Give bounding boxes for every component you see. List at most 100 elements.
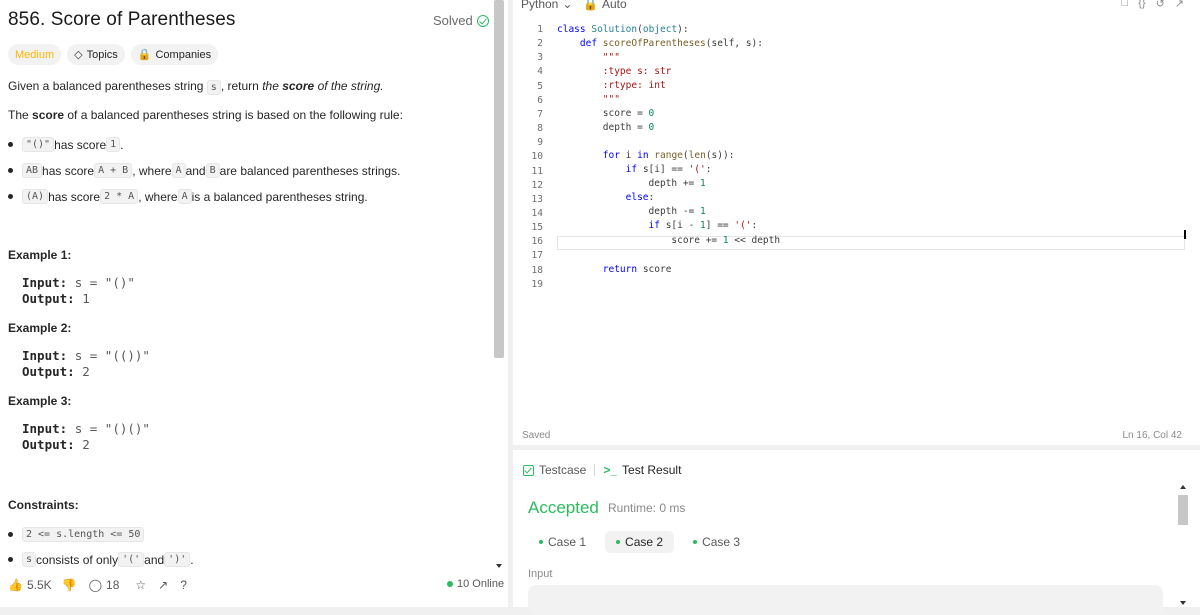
companies-button[interactable]: 🔒 Companies xyxy=(130,44,219,65)
line-number: 6 xyxy=(537,94,543,106)
code-line: score = 0 xyxy=(557,108,655,119)
language-label: Python xyxy=(521,0,559,11)
line-number: 19 xyxy=(531,278,543,290)
comments-button[interactable]: ◯ 18 xyxy=(89,578,120,592)
lock-icon: 🔒 xyxy=(137,49,152,61)
scroll-down-arrow[interactable] xyxy=(496,564,502,568)
rule1-end: . xyxy=(120,137,124,152)
tab-testcase[interactable]: Testcase xyxy=(523,463,586,477)
comment-count: 18 xyxy=(106,578,120,592)
rule2-t2: , where xyxy=(132,163,172,178)
constraint-1: 2 <= s.length <= 50 xyxy=(8,527,145,542)
cursor-position[interactable]: Ln 16, Col 42 xyxy=(1123,430,1183,441)
scroll-up-arrow[interactable] xyxy=(1180,485,1186,489)
tab-test-result[interactable]: >_ Test Result xyxy=(603,463,681,477)
example-3-body: Input: s = "()()" Output: 2 xyxy=(22,421,150,453)
line-number: 8 xyxy=(537,123,543,135)
online-label: 10 Online xyxy=(457,578,505,590)
reset-icon[interactable]: ↺ xyxy=(1156,0,1165,10)
scroll-down-arrow[interactable] xyxy=(1180,601,1186,605)
ex2-input-val: s = "(())" xyxy=(74,348,150,363)
bullet-dot xyxy=(8,194,13,199)
braces-icon[interactable]: {} xyxy=(1138,0,1145,10)
problem-title[interactable]: 856. Score of Parentheses xyxy=(8,9,235,31)
expand-icon[interactable]: ↗ xyxy=(1175,0,1184,10)
constraint2-s: s xyxy=(22,552,37,567)
rule3-b: 2 * A xyxy=(100,189,139,204)
help-button[interactable]: ? xyxy=(180,578,187,592)
companies-label: Companies xyxy=(155,48,212,61)
dislike-button[interactable]: 👎 xyxy=(62,578,77,592)
rule3-t3: is a balanced parentheses string. xyxy=(191,189,368,204)
code-line: score += 1 << depth xyxy=(557,235,781,246)
desc1-pre: Given a balanced parentheses string xyxy=(8,79,207,93)
desc1-post: , return xyxy=(220,79,263,93)
line-number: 11 xyxy=(531,165,543,177)
bookmark-icon[interactable]: □ xyxy=(1122,0,1129,10)
rule1-code: "()" xyxy=(22,137,55,152)
ex3-input-val: s = "()()" xyxy=(74,421,150,436)
share-icon: ↗ xyxy=(158,578,169,592)
constraints-title: Constraints: xyxy=(8,498,79,512)
topics-button[interactable]: ◇ Topics xyxy=(67,44,125,65)
comment-icon: ◯ xyxy=(88,578,103,592)
line-number: 15 xyxy=(531,222,543,234)
rule2-d: B xyxy=(205,163,220,178)
case-tab[interactable]: Case 2 xyxy=(605,531,675,553)
desc1-italic-pre: the xyxy=(262,79,283,93)
case-label: Case 1 xyxy=(548,535,587,549)
code-line: depth += 1 xyxy=(557,178,706,189)
line-number: 13 xyxy=(531,193,543,205)
desc2-bold: score xyxy=(32,108,65,122)
result-scrollbar[interactable] xyxy=(1178,485,1188,605)
constraint2-text: consists of only xyxy=(36,552,119,567)
example-3-title: Example 3: xyxy=(8,394,72,408)
scrollbar-thumb[interactable] xyxy=(1178,495,1188,525)
ex1-output-label: Output: xyxy=(22,291,75,306)
line-number: 17 xyxy=(531,250,543,262)
scrollbar-thumb[interactable] xyxy=(494,0,504,358)
like-button[interactable]: 👍 5.5K xyxy=(8,578,52,592)
ex1-output-val: 1 xyxy=(82,291,90,306)
code-line: depth = 0 xyxy=(557,122,655,133)
tag-icon: ◇ xyxy=(74,49,83,61)
editor-toolbar: Python ⌄ 🔒 Auto □ {} ↺ ↗ xyxy=(513,0,1200,12)
online-dot xyxy=(447,581,453,587)
language-select[interactable]: Python ⌄ xyxy=(521,0,572,11)
ex3-output-label: Output: xyxy=(22,437,75,452)
rule1-val: 1 xyxy=(106,137,121,152)
desc2-post: of a balanced parentheses string is base… xyxy=(64,108,403,122)
desc1-italic-post: of the string. xyxy=(314,79,384,93)
problem-tags: Medium ◇ Topics 🔒 Companies xyxy=(8,44,219,65)
rule2-a: AB xyxy=(22,163,43,178)
code-line: def scoreOfParentheses(self, s): xyxy=(579,38,763,49)
tab-separator xyxy=(594,464,596,476)
thumbs-up-icon: 👍 xyxy=(8,578,23,592)
lock-icon: 🔒 xyxy=(583,0,598,11)
case-tab[interactable]: Case 1 xyxy=(528,531,597,553)
constraint1-code: 2 <= s.length <= 50 xyxy=(22,527,145,542)
line-number: 16 xyxy=(531,236,543,248)
pass-dot xyxy=(539,540,543,544)
rule3-a: (A) xyxy=(22,189,49,204)
editor-scroll-marker xyxy=(1184,230,1186,239)
code-line: :type s: str xyxy=(602,66,672,77)
code-line: """ xyxy=(602,52,620,63)
line-number: 12 xyxy=(531,179,543,191)
problem-scrollbar[interactable] xyxy=(494,0,504,570)
code-line: """ xyxy=(602,94,620,105)
terminal-icon: >_ xyxy=(603,463,618,477)
share-button[interactable]: ↗ xyxy=(158,578,168,592)
constraint2-c2: ')' xyxy=(164,552,191,567)
auto-mode[interactable]: 🔒 Auto xyxy=(583,0,627,11)
pass-dot xyxy=(616,540,621,544)
favorite-button[interactable]: ☆ xyxy=(135,578,146,592)
ex2-input-label: Input: xyxy=(22,348,68,363)
rule2-b: A + B xyxy=(94,163,133,178)
case-tab[interactable]: Case 3 xyxy=(682,531,751,553)
code-editor[interactable]: Python ⌄ 🔒 Auto □ {} ↺ ↗ class Solution(… xyxy=(513,0,1200,445)
line-number: 14 xyxy=(531,207,543,219)
code-line: if s[i] == '(': xyxy=(625,164,712,175)
ex3-input-label: Input: xyxy=(22,421,68,436)
solved-label: Solved xyxy=(433,13,473,28)
